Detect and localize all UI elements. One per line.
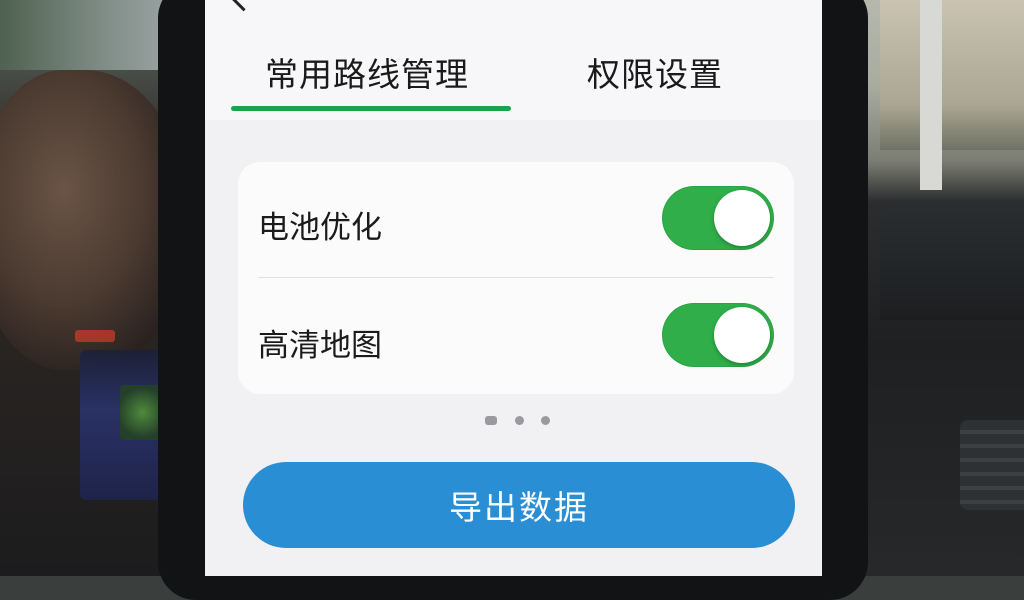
tab-bar: 常用路线管理 权限设置 bbox=[205, 0, 822, 120]
page-dot-current[interactable] bbox=[485, 416, 497, 425]
tab-frequent-routes[interactable]: 常用路线管理 bbox=[265, 48, 469, 96]
export-data-button[interactable]: 导出数据 bbox=[243, 462, 795, 548]
background-building bbox=[880, 0, 1024, 150]
setting-label: 高清地图 bbox=[258, 328, 382, 364]
page-dot[interactable] bbox=[541, 416, 550, 425]
background-dashboard-right bbox=[880, 200, 1024, 320]
phone-screen: 常用路线管理 权限设置 电池优化 高清地图 导出数据 bbox=[205, 0, 822, 576]
background-window-view bbox=[0, 0, 170, 70]
toggle-knob bbox=[714, 307, 770, 363]
background-dash-light bbox=[75, 330, 115, 342]
active-tab-indicator bbox=[231, 106, 511, 111]
setting-label: 电池优化 bbox=[258, 210, 382, 246]
divider bbox=[258, 277, 774, 278]
page-indicator bbox=[485, 414, 555, 428]
background-pole bbox=[920, 0, 942, 190]
page-dot[interactable] bbox=[515, 416, 524, 425]
toggle-knob bbox=[714, 190, 770, 246]
tab-permissions[interactable]: 权限设置 bbox=[587, 48, 723, 96]
background-air-vent bbox=[960, 420, 1024, 510]
hd-map-toggle[interactable] bbox=[662, 303, 774, 367]
settings-card: 电池优化 高清地图 bbox=[238, 162, 794, 394]
battery-optimization-toggle[interactable] bbox=[662, 186, 774, 250]
back-arrow-icon[interactable] bbox=[228, 0, 259, 12]
